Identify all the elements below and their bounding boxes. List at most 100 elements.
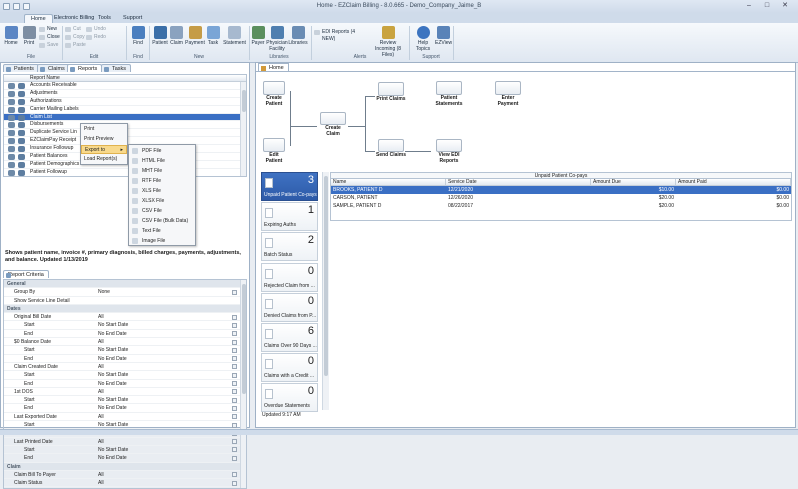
tab-tools[interactable]: Tools [92,14,117,23]
tab-report-criteria[interactable]: Report Criteria [3,270,49,278]
report-row[interactable]: Authorizations [4,98,246,106]
preview-icon[interactable] [8,114,15,121]
criteria-row[interactable]: End No End Date [4,330,246,339]
report-row[interactable]: Patient Followup [4,169,246,176]
chevron-down-icon[interactable] [232,339,237,345]
criteria-scrollbar[interactable] [240,280,246,488]
payment-button[interactable]: Payment [185,26,205,46]
column-header[interactable]: Amount Due [591,179,676,186]
redo-button[interactable]: Redo [86,34,106,41]
chevron-down-icon[interactable] [232,455,237,461]
print-icon[interactable] [18,114,25,121]
tab-tasks[interactable]: Tasks [101,64,132,72]
criteria-row[interactable]: Original Bill Date All [4,313,246,322]
export-item[interactable]: Image File [129,236,195,246]
criteria-row[interactable]: Claim Created Date All [4,363,246,372]
tab-claims[interactable]: Claims [37,64,70,72]
libraries-button[interactable]: Libraries [288,26,308,46]
criteria-row[interactable]: 1st DOS All [4,388,246,397]
export-item[interactable]: CSV File (Bulk Data) [129,216,195,226]
chevron-down-icon[interactable] [232,447,237,453]
preview-icon[interactable] [8,122,15,129]
cut-button[interactable]: Cut [65,26,81,33]
print-icon[interactable] [18,122,25,129]
save-button[interactable]: Save [39,42,58,49]
new-button[interactable]: New [39,26,57,33]
chevron-down-icon[interactable] [232,372,237,378]
dashboard-tile[interactable]: 0 Overdue Statements [261,383,318,413]
chevron-down-icon[interactable] [232,480,237,486]
table-row[interactable]: SAMPLE, PATIENT D 08/22/2017 $20.00 $0.00 [331,202,791,210]
chevron-down-icon[interactable] [232,389,237,395]
chevron-down-icon[interactable] [232,405,237,411]
print-icon[interactable] [18,138,25,145]
criteria-row[interactable]: Show Service Line Detail [4,297,246,305]
export-item[interactable]: Text File [129,226,195,236]
dashboard-tile[interactable]: 0 Denied Claims from P... [261,292,318,322]
edi-reports-dropdown[interactable]: EDI Reports (4 NEW) [314,29,364,42]
export-item[interactable]: PDF File [129,146,195,156]
ezview-button[interactable]: EZView [435,26,452,46]
preview-icon[interactable] [8,154,15,161]
paste-button[interactable]: Paste [65,42,86,49]
preview-icon[interactable] [8,146,15,153]
print-claims-button[interactable]: Print Claims [375,82,407,103]
dashboard-tile[interactable]: 0 Rejected Claim from ... [261,262,318,292]
home-button[interactable]: Home [3,26,19,46]
view-edi-reports-button[interactable]: View EDI Reports [432,139,466,164]
preview-icon[interactable] [8,83,15,89]
criteria-row[interactable]: Start No Start Date [4,446,246,455]
criteria-row[interactable]: Claim Bill To Payer All [4,471,246,480]
chevron-down-icon[interactable] [232,439,237,445]
print-icon[interactable] [18,169,25,176]
dashboard-tile[interactable]: 0 Claims with a Credit ... [261,353,318,383]
chevron-down-icon[interactable] [232,381,237,387]
report-row[interactable]: Adjustments [4,90,246,98]
chevron-down-icon[interactable] [232,422,237,428]
chevron-down-icon[interactable] [232,347,237,353]
export-item[interactable]: RTF File [129,176,195,186]
dashboard-tile[interactable]: 6 Claims Over 90 Days ... [261,323,318,352]
export-item[interactable]: XLS File [129,186,195,196]
print-icon[interactable] [18,98,25,105]
maximize-icon[interactable]: □ [758,1,776,11]
patient-statements-button[interactable]: Patient Statements [432,81,466,107]
edit-patient-button[interactable]: Edit Patient [261,138,287,164]
patient-button[interactable]: Patient [151,26,169,46]
tab-home-document[interactable]: Home [258,63,289,71]
table-row[interactable]: CARSON, PATIENT 12/26/2020 $20.00 $0.00 [331,194,791,202]
print-button[interactable]: Print [21,26,37,46]
claim-button[interactable]: Claim [169,26,184,46]
criteria-row[interactable]: Start No Start Date [4,396,246,405]
export-item[interactable]: XLSX File [129,196,195,206]
enter-payment-button[interactable]: Enter Payment [492,81,524,107]
criteria-row[interactable]: Start No Start Date [4,346,246,355]
criteria-row[interactable]: End No End Date [4,355,246,363]
tiles-scrollbar[interactable] [322,172,329,410]
chevron-down-icon[interactable] [232,472,237,478]
criteria-row[interactable]: End No End Date [4,380,246,388]
payer-button[interactable]: Payer [251,26,265,46]
print-icon[interactable] [18,83,25,89]
create-patient-button[interactable]: Create Patient [261,81,287,107]
criteria-row[interactable]: Last Printed Date All [4,438,246,446]
criteria-row[interactable]: Claim Status All [4,479,246,488]
column-header[interactable]: Amount Paid [676,179,791,186]
chevron-down-icon[interactable] [232,322,237,328]
menu-item-print[interactable]: Print [81,125,127,134]
criteria-row[interactable]: End No End Date [4,404,246,413]
criteria-row[interactable]: End No End Date [4,454,246,463]
send-claims-button[interactable]: Send Claims [375,139,407,159]
find-button[interactable]: Find [129,26,147,46]
task-button[interactable]: Task [206,26,220,46]
export-item[interactable]: CSV File [129,206,195,216]
print-icon[interactable] [18,130,25,137]
preview-icon[interactable] [8,138,15,145]
undo-button[interactable]: Undo [86,26,106,33]
preview-icon[interactable] [8,161,15,168]
chevron-down-icon[interactable] [232,414,237,420]
minimize-icon[interactable]: – [740,1,758,11]
preview-icon[interactable] [8,130,15,137]
help-topics-button[interactable]: Help Topics [412,26,434,52]
export-item[interactable]: HTML File [129,156,195,166]
